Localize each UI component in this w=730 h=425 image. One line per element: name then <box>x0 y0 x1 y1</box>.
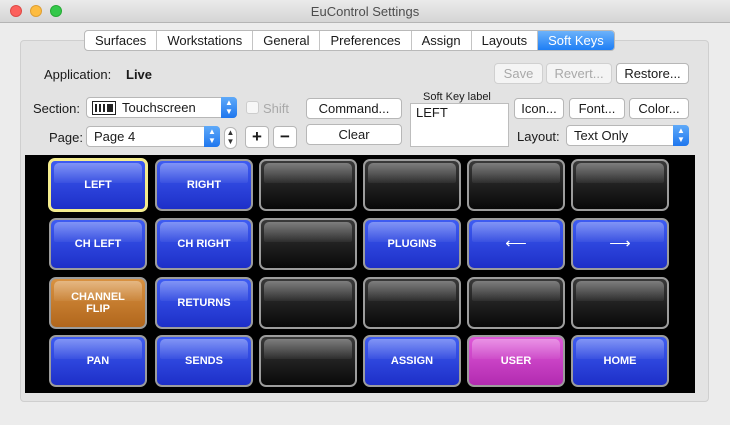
soft-key-r4-c5[interactable]: USER <box>467 335 565 387</box>
tab-general[interactable]: General <box>253 31 321 50</box>
soft-key-r1-c6[interactable] <box>571 159 669 211</box>
soft-key-label-field[interactable]: LEFT <box>410 103 509 147</box>
chevron-updown-icon: ▲ ▼ <box>673 125 689 146</box>
right-arrow-icon: ⟶ <box>609 235 631 252</box>
icon-button[interactable]: Icon... <box>514 98 564 119</box>
soft-key-r2-c2[interactable]: CH RIGHT <box>155 218 253 270</box>
soft-key-label-value: LEFT <box>416 105 448 120</box>
soft-key-r3-c5[interactable] <box>467 277 565 329</box>
section-label: Section: <box>33 101 80 116</box>
title-bar: EuControl Settings <box>0 0 730 23</box>
soft-key-r3-c3[interactable] <box>259 277 357 329</box>
soft-key-r4-c4[interactable]: ASSIGN <box>363 335 461 387</box>
tab-workstations[interactable]: Workstations <box>157 31 254 50</box>
clear-button[interactable]: Clear <box>306 124 402 145</box>
soft-key-label: PAN <box>86 355 110 367</box>
tab-soft-keys[interactable]: Soft Keys <box>538 31 614 50</box>
soft-key-r3-c4[interactable] <box>363 277 461 329</box>
soft-key-label-title: Soft Key label <box>423 91 491 103</box>
touchscreen-icon <box>92 101 116 115</box>
chevron-updown-icon: ▲ ▼ <box>221 97 237 118</box>
page-label: Page: <box>49 130 83 145</box>
tab-bar: Surfaces Workstations General Preference… <box>84 30 615 51</box>
remove-page-button[interactable]: − <box>273 126 297 148</box>
soft-key-label: SENDS <box>185 355 223 367</box>
soft-key-r3-c1[interactable]: CHANNEL FLIP <box>49 277 147 329</box>
window-title: EuControl Settings <box>310 4 420 19</box>
soft-key-r1-c2[interactable]: RIGHT <box>155 159 253 211</box>
revert-button[interactable]: Revert... <box>546 63 612 84</box>
application-value: Live <box>126 67 153 82</box>
soft-key-r1-c4[interactable] <box>363 159 461 211</box>
section-popup[interactable]: Touchscreen ▲ ▼ <box>86 97 237 118</box>
layout-value: Text Only <box>574 128 629 143</box>
soft-key-r4-c6[interactable]: HOME <box>571 335 669 387</box>
soft-key-label: RETURNS <box>177 297 231 309</box>
application-label: Application: <box>44 67 112 82</box>
soft-key-grid: LEFT RIGHT CH LEFT CH RIGHT PLUGINS ⟵ ⟶ CHANNEL… <box>25 155 695 393</box>
soft-key-r4-c3[interactable] <box>259 335 357 387</box>
soft-key-label: CHANNEL FLIP <box>71 291 125 315</box>
color-button[interactable]: Color... <box>629 98 689 119</box>
soft-key-r2-c5[interactable]: ⟵ <box>467 218 565 270</box>
soft-key-r4-c1[interactable]: PAN <box>49 335 147 387</box>
soft-key-label: CH RIGHT <box>177 238 231 250</box>
tab-layouts[interactable]: Layouts <box>472 31 539 50</box>
soft-key-label: PLUGINS <box>387 238 437 250</box>
soft-key-r2-c3[interactable] <box>259 218 357 270</box>
soft-key-r2-c4[interactable]: PLUGINS <box>363 218 461 270</box>
soft-key-label: RIGHT <box>186 179 222 191</box>
restore-button[interactable]: Restore... <box>616 63 689 84</box>
soft-key-r4-c2[interactable]: SENDS <box>155 335 253 387</box>
shift-label: Shift <box>263 101 290 116</box>
soft-key-label: HOME <box>603 355 637 367</box>
soft-key-r1-c1[interactable]: LEFT <box>48 158 148 212</box>
shift-checkbox[interactable] <box>246 101 259 114</box>
section-value: Touchscreen <box>122 100 196 115</box>
chevron-updown-icon: ▲ ▼ <box>204 126 220 147</box>
layout-label: Layout: <box>517 129 560 144</box>
soft-key-r3-c6[interactable] <box>571 277 669 329</box>
tab-surfaces[interactable]: Surfaces <box>85 31 158 50</box>
soft-key-r2-c1[interactable]: CH LEFT <box>49 218 147 270</box>
tab-preferences[interactable]: Preferences <box>320 31 412 50</box>
command-button[interactable]: Command... <box>306 98 402 119</box>
soft-key-label: USER <box>500 355 532 367</box>
soft-key-r3-c2[interactable]: RETURNS <box>155 277 253 329</box>
page-popup[interactable]: Page 4 ▲ ▼ <box>86 126 220 147</box>
tab-assign[interactable]: Assign <box>412 31 472 50</box>
soft-key-r1-c5[interactable] <box>467 159 565 211</box>
page-value: Page 4 <box>94 129 136 144</box>
soft-key-label: CH LEFT <box>74 238 122 250</box>
page-stepper[interactable]: ▲ ▼ <box>224 127 237 149</box>
add-page-button[interactable]: + <box>245 126 269 148</box>
soft-key-r1-c3[interactable] <box>259 159 357 211</box>
soft-key-label: ASSIGN <box>390 355 434 367</box>
soft-key-label: LEFT <box>84 179 112 191</box>
save-button[interactable]: Save <box>494 63 543 84</box>
soft-key-r2-c6[interactable]: ⟶ <box>571 218 669 270</box>
font-button[interactable]: Font... <box>569 98 625 119</box>
layout-popup[interactable]: Text Only ▲ ▼ <box>566 125 689 146</box>
left-arrow-icon: ⟵ <box>505 235 527 252</box>
